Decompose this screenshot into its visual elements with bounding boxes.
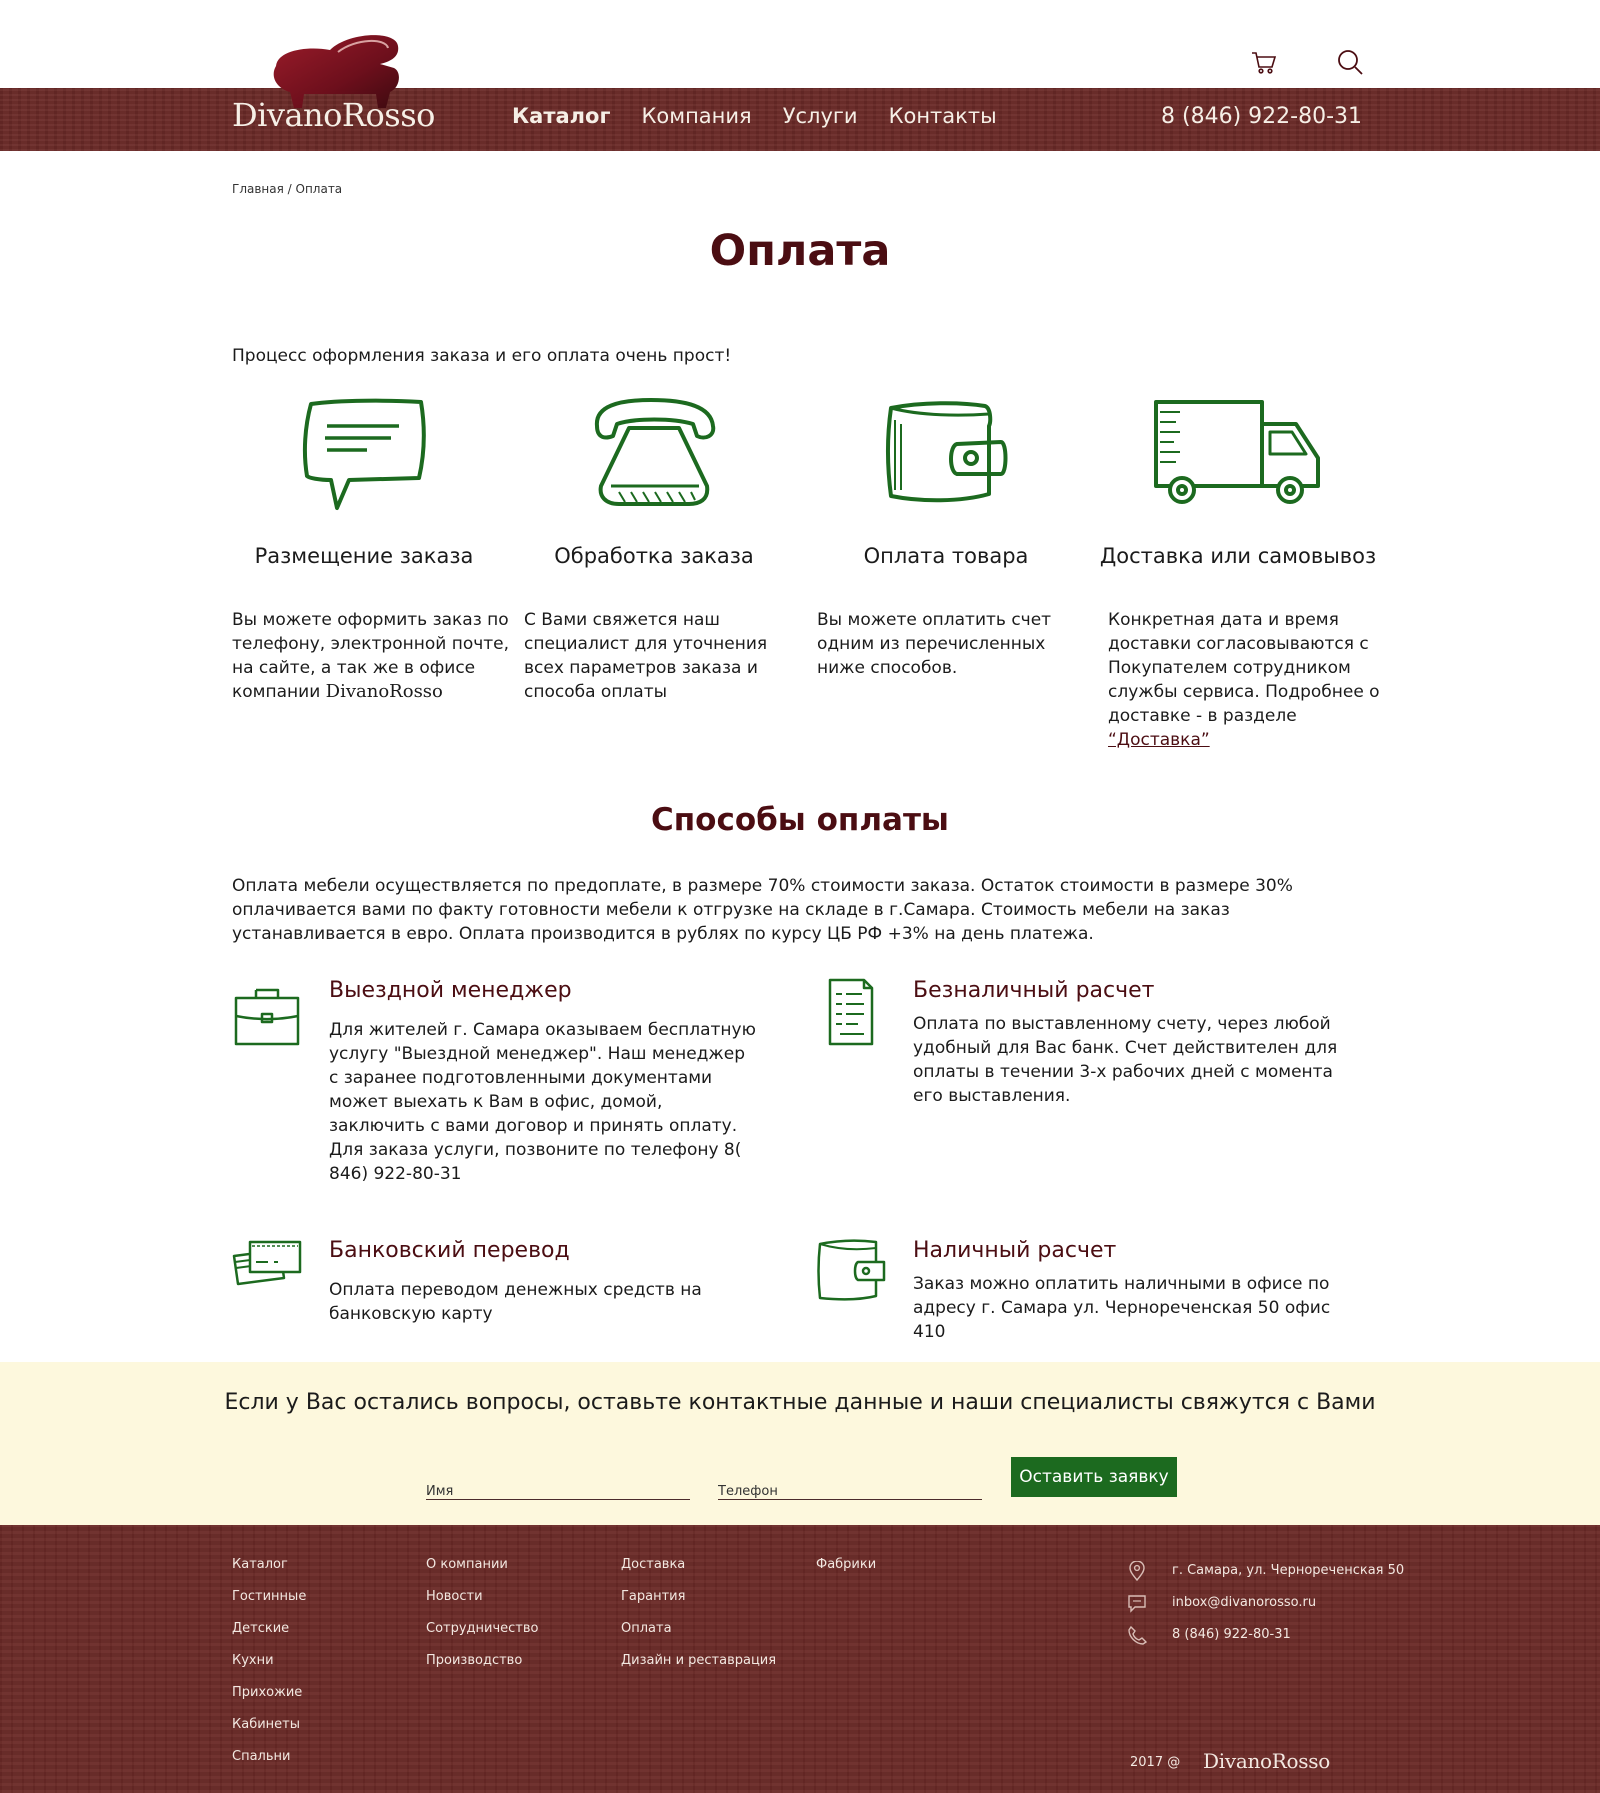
footer-link[interactable]: Кухни xyxy=(232,1651,306,1683)
footer-link[interactable]: Фабрики xyxy=(816,1555,876,1587)
step-text: Вы можете оформить заказ по телефону, эл… xyxy=(232,608,510,704)
method-title: Безналичный расчет xyxy=(913,978,1155,1003)
footer-link[interactable]: Кабинеты xyxy=(232,1715,306,1747)
cart-icon[interactable] xyxy=(1250,48,1278,76)
search-icon[interactable] xyxy=(1336,48,1364,76)
footer-link[interactable]: Сотрудничество xyxy=(426,1619,539,1651)
logo-text[interactable]: DivanoRosso xyxy=(232,96,435,134)
name-field xyxy=(426,1474,690,1500)
step-order-placement: Размещение заказа Вы можете оформить зак… xyxy=(218,396,510,704)
nav-contacts[interactable]: Контакты xyxy=(889,104,997,128)
nav-services[interactable]: Услуги xyxy=(783,104,858,128)
email-text[interactable]: inbox@divanorosso.ru xyxy=(1172,1593,1316,1613)
document-icon xyxy=(828,978,874,1046)
footer-link[interactable]: Прихожие xyxy=(232,1683,306,1715)
step-payment: Оплата товара Вы можете оплатить счет од… xyxy=(800,396,1092,680)
truck-icon xyxy=(1154,400,1320,504)
phone-field xyxy=(718,1474,982,1500)
methods-title: Способы оплаты xyxy=(651,802,949,838)
intro-text: Процесс оформления заказа и его оплата о… xyxy=(232,346,732,366)
delivery-link[interactable]: “Доставка” xyxy=(1108,730,1210,750)
footer-link[interactable]: Оплата xyxy=(621,1619,776,1651)
method-title: Банковский перевод xyxy=(329,1238,570,1263)
footer-email: inbox@divanorosso.ru xyxy=(1126,1587,1404,1619)
phone-text[interactable]: 8 (846) 922-80-31 xyxy=(1172,1625,1291,1645)
message-icon xyxy=(1128,1595,1146,1613)
footer-link[interactable]: Детские xyxy=(232,1619,306,1651)
step-title: Оплата товара xyxy=(863,544,1029,568)
method-text: Для жителей г. Самара оказываем бесплатн… xyxy=(329,1020,756,1184)
telephone-icon xyxy=(594,398,716,506)
footer-link[interactable]: Каталог xyxy=(232,1555,306,1587)
footer-col-factories: Фабрики xyxy=(816,1555,876,1587)
footer-phone: 8 (846) 922-80-31 xyxy=(1126,1619,1404,1651)
method-text: Заказ можно оплатить наличными в офисе п… xyxy=(913,1274,1331,1342)
breadcrumb[interactable]: Главная / Оплата xyxy=(232,182,342,196)
footer-logo[interactable]: DivanoRosso xyxy=(1203,1749,1330,1773)
briefcase-icon xyxy=(234,988,300,1046)
footer-col-catalog: Каталог Гостинные Детские Кухни Прихожие… xyxy=(232,1555,306,1779)
header-phone[interactable]: 8 (846) 922-80-31 xyxy=(1161,104,1362,129)
step-order-processing: Обработка заказа С Вами свяжется наш спе… xyxy=(508,396,800,704)
step-text: С Вами свяжется наш специалист для уточн… xyxy=(524,610,768,702)
request-title: Если у Вас остались вопросы, оставьте ко… xyxy=(224,1390,1376,1415)
location-pin-icon xyxy=(1129,1561,1145,1581)
footer-link[interactable]: Доставка xyxy=(621,1555,776,1587)
step-text: Конкретная дата и время доставки согласо… xyxy=(1108,608,1384,752)
name-input[interactable] xyxy=(426,1474,690,1499)
step-text: Вы можете оплатить счет одним из перечис… xyxy=(817,610,1052,678)
footer-link[interactable]: Гостинные xyxy=(232,1587,306,1619)
copyright: 2017 @ xyxy=(1130,1755,1181,1770)
methods-description: Оплата мебели осуществляется по предопла… xyxy=(232,876,1293,944)
footer-link[interactable]: Гарантия xyxy=(621,1587,776,1619)
method-title: Наличный расчет xyxy=(913,1238,1117,1263)
step-delivery: Доставка или самовывоз Конкретная дата и… xyxy=(1092,396,1384,752)
method-title: Выездной менеджер xyxy=(329,978,572,1003)
footer-col-services: Доставка Гарантия Оплата Дизайн и рестав… xyxy=(621,1555,776,1683)
speech-bubble-icon xyxy=(302,398,426,510)
bank-cards-icon xyxy=(232,1240,302,1286)
step-text-body: Конкретная дата и время доставки согласо… xyxy=(1108,610,1380,726)
footer-link[interactable]: Новости xyxy=(426,1587,539,1619)
main-nav: Каталог Компания Услуги Контакты xyxy=(512,104,997,128)
footer-address: г. Самара, ул. Чернореченская 50 xyxy=(1126,1555,1404,1587)
step-title: Размещение заказа xyxy=(254,544,474,568)
method-text: Оплата по выставленному счету, через люб… xyxy=(913,1014,1338,1106)
step-title: Обработка заказа xyxy=(554,544,754,568)
footer: Каталог Гостинные Детские Кухни Прихожие… xyxy=(0,1525,1600,1793)
page-title: Оплата xyxy=(709,226,891,276)
phone-input[interactable] xyxy=(718,1474,982,1499)
wallet-icon xyxy=(817,1239,886,1301)
footer-link[interactable]: Спальни xyxy=(232,1747,306,1779)
step-title: Доставка или самовывоз xyxy=(1099,544,1377,568)
request-section: Если у Вас остались вопросы, оставьте ко… xyxy=(0,1362,1600,1525)
footer-link[interactable]: Производство xyxy=(426,1651,539,1683)
footer-link[interactable]: Дизайн и реставрация xyxy=(621,1651,776,1683)
phone-icon xyxy=(1128,1625,1148,1645)
method-text: Оплата переводом денежных средств на бан… xyxy=(329,1280,702,1324)
footer-col-company: О компании Новости Сотрудничество Произв… xyxy=(426,1555,539,1683)
nav-company[interactable]: Компания xyxy=(641,104,751,128)
footer-link[interactable]: О компании xyxy=(426,1555,539,1587)
footer-contacts: г. Самара, ул. Чернореченская 50 inbox@d… xyxy=(1126,1555,1404,1651)
address-text: г. Самара, ул. Чернореченская 50 xyxy=(1172,1563,1405,1578)
brand-inline: DivanoRosso xyxy=(325,681,443,702)
nav-catalog[interactable]: Каталог xyxy=(512,104,610,128)
wallet-icon xyxy=(886,401,1008,503)
submit-request-button[interactable]: Оставить заявку xyxy=(1011,1457,1177,1497)
